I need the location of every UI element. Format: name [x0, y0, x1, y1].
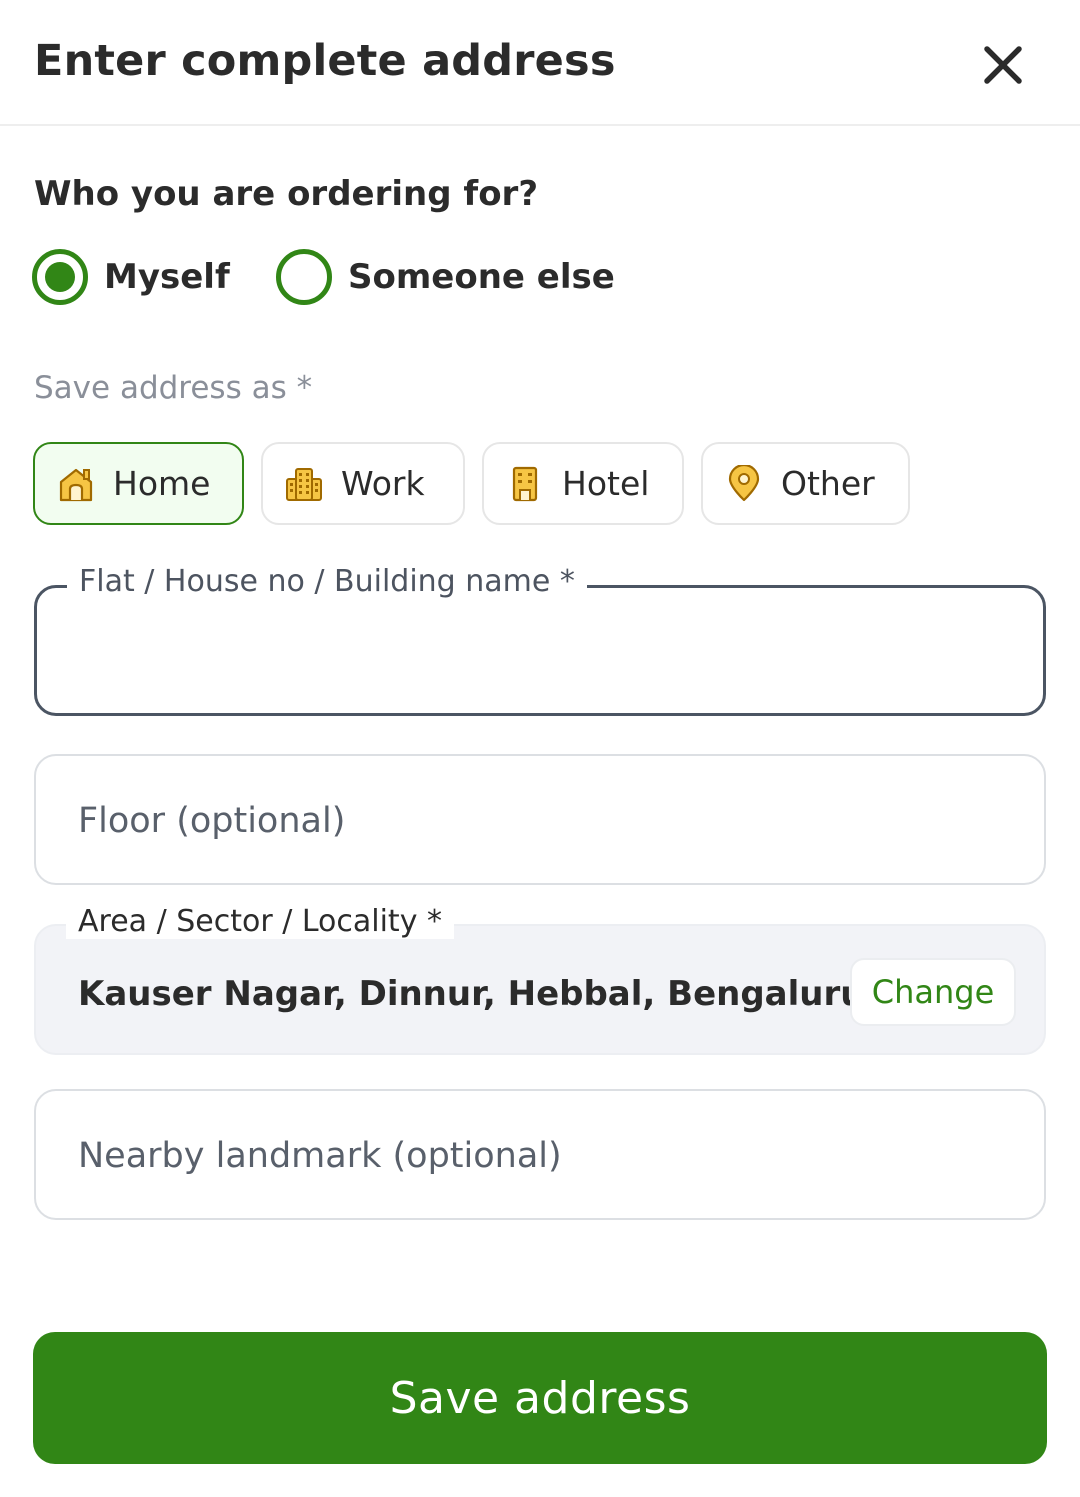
area-locality-field: Area / Sector / Locality * Kauser Nagar,… — [34, 904, 1046, 1055]
landmark-placeholder: Nearby landmark (optional) — [78, 1136, 562, 1176]
radio-button-unselected[interactable] — [276, 249, 332, 305]
save-address-label: Save address — [389, 1372, 691, 1424]
close-icon[interactable] — [978, 40, 1028, 90]
floor-input[interactable]: Floor (optional) — [34, 754, 1046, 885]
scrolled-helper-text — [34, 1262, 1046, 1302]
radio-myself[interactable]: Myself — [32, 248, 230, 306]
radio-label-someone-else: Someone else — [348, 257, 615, 297]
home-icon — [59, 468, 93, 501]
save-address-as-label: Save address as * — [34, 370, 313, 406]
chip-other[interactable]: Other — [701, 442, 910, 525]
ordering-for-question: Who you are ordering for? — [34, 174, 539, 214]
sheet-title: Enter complete address — [34, 36, 616, 86]
change-area-button[interactable]: Change — [850, 958, 1016, 1026]
office-building-icon — [286, 467, 322, 501]
address-bottom-sheet: Enter complete address Who you are order… — [0, 0, 1080, 1497]
chip-label-other: Other — [781, 464, 875, 503]
floor-placeholder: Floor (optional) — [78, 801, 346, 841]
radio-label-myself: Myself — [104, 257, 230, 297]
chip-label-home: Home — [113, 464, 211, 503]
flat-field-label: Flat / House no / Building name * — [67, 564, 587, 599]
radio-button-selected[interactable] — [32, 249, 88, 305]
area-field-label: Area / Sector / Locality * — [66, 904, 454, 939]
chip-hotel[interactable]: Hotel — [482, 442, 684, 525]
radio-someone-else[interactable]: Someone else — [276, 248, 615, 306]
area-value: Kauser Nagar, Dinnur, Hebbal, Bengaluru — [78, 974, 865, 1014]
hotel-icon — [512, 466, 538, 501]
chip-work[interactable]: Work — [261, 442, 465, 525]
landmark-input[interactable]: Nearby landmark (optional) — [34, 1089, 1046, 1220]
chip-label-hotel: Hotel — [562, 464, 650, 503]
save-address-button[interactable]: Save address — [33, 1332, 1047, 1464]
chip-home[interactable]: Home — [33, 442, 244, 525]
location-pin-icon — [728, 464, 760, 501]
flat-house-building-input[interactable]: Flat / House no / Building name * — [34, 564, 1046, 716]
sheet-header: Enter complete address — [0, 0, 1080, 126]
chip-label-work: Work — [341, 464, 425, 503]
